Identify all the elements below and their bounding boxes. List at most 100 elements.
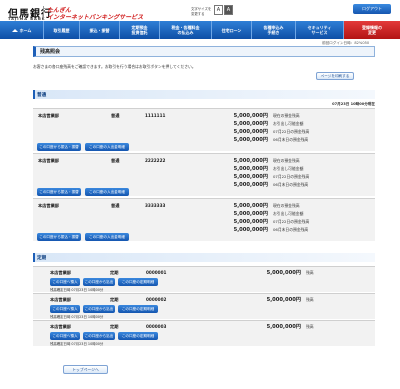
balance-label: 06月末日の預金残高	[273, 182, 309, 187]
back-to-top-button[interactable]: トップページへ	[63, 365, 108, 374]
nav-item-mortgage[interactable]: 住宅ローン	[212, 21, 252, 39]
balance-label: 07月22日の預金残高	[273, 129, 310, 134]
nav-item-registration[interactable]: 登録情報の 変更	[344, 21, 400, 39]
time-deposit-details-button[interactable]: この口座の定期明細	[118, 305, 158, 313]
branch-name: 本店営業部	[50, 297, 71, 302]
balance-amount: 5,000,000円	[266, 324, 301, 330]
balance-label: お引出し可能金額	[273, 166, 304, 171]
balance-amount: 5,000,000円	[233, 211, 268, 217]
page-instruction: お客さまの各口座残高をご確認できます。お取引を行う場合はお取引ボタンを押してくだ…	[33, 64, 196, 69]
page-title: 残高照会	[33, 46, 375, 57]
font-size-small-button[interactable]: A	[214, 5, 223, 15]
deposit-into-account-button[interactable]: この口座へ預入	[50, 305, 80, 313]
balance-amount: 5,000,000円	[233, 158, 268, 164]
balance-confirmed-date: 残高確定日時 07月23日 10時00分	[50, 315, 104, 319]
account-statement-button[interactable]: この口座の入出金明細	[85, 143, 129, 151]
branch-name: 本店営業部	[38, 158, 59, 163]
account-type: 定期	[110, 324, 119, 329]
account-type: 定期	[110, 297, 119, 302]
nav-label: 住宅ローン	[221, 27, 242, 33]
home-icon	[11, 28, 18, 32]
account-card: 本店営業部 普通 2222222 5,000,000円 現在の預金残高 5,00…	[33, 153, 375, 196]
balance-amount: 5,000,000円	[233, 219, 268, 225]
nav-label: ホーム	[19, 27, 32, 33]
nav-label: 税金・各種料金 の払込み	[171, 25, 200, 35]
balance-label: 残高	[306, 270, 314, 275]
balance-amount: 5,000,000円	[233, 129, 268, 135]
withdraw-from-account-button[interactable]: この口座から払出	[83, 278, 115, 286]
account-statement-button[interactable]: この口座の入出金明細	[85, 188, 129, 196]
balance-label: 07月22日の預金残高	[273, 174, 310, 179]
nav-label: 振込・振替	[89, 27, 110, 33]
account-number: 0000003	[146, 324, 167, 329]
balance-label: 現在の預金残高	[273, 203, 300, 208]
nav-label: 定期預金 投資信託	[131, 25, 148, 35]
logo-divider	[43, 6, 44, 20]
balance-amount: 5,000,000円	[233, 137, 268, 143]
font-size-label-line2: 変更する	[191, 12, 205, 16]
time-deposit-details-button[interactable]: この口座の定期明細	[118, 278, 158, 286]
balance-label: 06月末日の預金残高	[273, 137, 309, 142]
nav-item-home[interactable]: ホーム	[0, 21, 44, 39]
nav-label: 取引履歴	[53, 27, 70, 33]
branch-name: 本店営業部	[38, 203, 59, 208]
account-number: 2222222	[145, 158, 166, 163]
transfer-from-account-button[interactable]: この口座から振込・振替	[37, 188, 81, 196]
time-deposit-row: 本店営業部 定期 0000002 5,000,000円 残高 この口座へ預入 こ…	[33, 293, 375, 319]
nav-label: 登録情報の 変更	[362, 25, 382, 35]
balance-amount: 5,000,000円	[233, 121, 268, 127]
balance-label: 07月22日の預金残高	[273, 219, 310, 224]
balance-amount: 5,000,000円	[233, 203, 268, 209]
nav-item-transfer[interactable]: 振込・振替	[80, 21, 120, 39]
balance-amount: 5,000,000円	[233, 227, 268, 233]
balance-confirmed-date: 残高確定日時 07月23日 10時00分	[50, 288, 104, 292]
account-statement-button[interactable]: この口座の入出金明細	[85, 233, 129, 241]
branch-name: 本店営業部	[38, 113, 59, 118]
deposit-into-account-button[interactable]: この口座へ預入	[50, 332, 80, 340]
time-deposit-row: 本店営業部 定期 0000001 5,000,000円 残高 この口座へ預入 こ…	[33, 266, 375, 292]
withdraw-from-account-button[interactable]: この口座から払出	[83, 305, 115, 313]
balance-label: 現在の預金残高	[273, 113, 300, 118]
withdraw-from-account-button[interactable]: この口座から払出	[83, 332, 115, 340]
deposit-into-account-button[interactable]: この口座へ預入	[50, 278, 80, 286]
balance-amount: 5,000,000円	[233, 174, 268, 180]
balance-amount: 5,000,000円	[233, 182, 268, 188]
section-title-time-deposit: 定期	[33, 253, 375, 262]
balance-label: 残高	[306, 297, 314, 302]
transfer-from-account-button[interactable]: この口座から振込・振替	[37, 233, 81, 241]
branch-name: 本店営業部	[50, 270, 71, 275]
account-type: 普通	[111, 203, 120, 208]
balance-label: 06月末日の預金残高	[273, 227, 309, 232]
nav-item-applications[interactable]: 各種申込み 手続き	[252, 21, 296, 39]
balance-label: お引出し可能金額	[273, 211, 304, 216]
nav-item-history[interactable]: 取引履歴	[44, 21, 80, 39]
balance-label: 残高	[306, 324, 314, 329]
time-deposit-row: 本店営業部 定期 0000003 5,000,000円 残高 この口座へ預入 こ…	[33, 320, 375, 346]
transfer-from-account-button[interactable]: この口座から振込・振替	[37, 143, 81, 151]
account-type: 普通	[111, 113, 120, 118]
main-nav: ホーム 取引履歴 振込・振替 定期預金 投資信託 税金・各種料金 の払込み 住宅…	[0, 21, 400, 39]
account-number: 0000002	[146, 297, 167, 302]
nav-item-tax-payment[interactable]: 税金・各種料金 の払込み	[160, 21, 212, 39]
nav-item-deposit-investment[interactable]: 定期預金 投資信託	[120, 21, 160, 39]
account-number: 3333333	[145, 203, 166, 208]
nav-item-security[interactable]: セキュリティ サービス	[296, 21, 344, 39]
section-title-text: 定期	[37, 255, 47, 261]
account-type: 普通	[111, 158, 120, 163]
balance-label: 現在の預金残高	[273, 158, 300, 163]
font-size-large-button[interactable]: A	[224, 5, 233, 15]
branch-name: 本店営業部	[50, 324, 71, 329]
page-title-text: 残高照会	[40, 49, 61, 55]
balance-amount: 5,000,000円	[233, 166, 268, 172]
time-deposit-details-button[interactable]: この口座の定期明細	[118, 332, 158, 340]
section-title-ordinary: 普通	[33, 90, 375, 99]
print-button[interactable]: ページを印刷する	[316, 72, 354, 80]
balance-amount: 5,000,000円	[233, 113, 268, 119]
balance-confirmed-date: 残高確定日時 07月23日 10時00分	[50, 342, 104, 346]
account-number: 0000001	[146, 270, 167, 275]
account-card: 本店営業部 普通 1111111 5,000,000円 現在の預金残高 5,00…	[33, 108, 375, 151]
balance-label: お引出し可能金額	[273, 121, 304, 126]
service-tagline-sub: インターネットバンキングサービス	[47, 14, 144, 21]
balance-timestamp: 07月23日 10時00分現在	[332, 102, 375, 106]
logout-button[interactable]: ログアウト	[353, 4, 391, 14]
